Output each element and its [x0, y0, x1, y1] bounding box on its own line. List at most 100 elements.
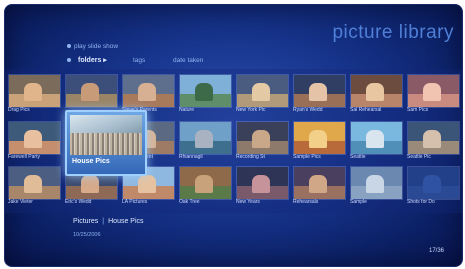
folder-thumbnail [8, 121, 61, 155]
folder-label: Rehearsals [293, 199, 319, 205]
folder-thumbnail [407, 74, 460, 108]
thumbnail-image [195, 83, 214, 101]
folder-thumbnail [236, 166, 289, 200]
nav-dot [67, 57, 74, 64]
thumbnail-image [252, 175, 271, 193]
focused-folder-house-pics[interactable]: House Pics [65, 110, 147, 176]
folder-label: Nature [179, 107, 195, 113]
thumbnail-image [81, 83, 100, 101]
folder-label: New Years [236, 199, 260, 205]
thumbnail-image [366, 83, 385, 101]
nav-date-taken[interactable]: date taken [173, 57, 203, 64]
thumbnail-image [81, 175, 100, 193]
folder-thumbnail [179, 121, 232, 155]
thumbnail-image [366, 130, 385, 148]
folder-label: Recording St [236, 154, 265, 160]
folder-tile[interactable]: Seattle [348, 120, 403, 165]
thumbnail-image [24, 130, 43, 148]
folder-thumbnail [236, 121, 289, 155]
folder-label: Drag Pics [8, 107, 30, 113]
thumbnail-image [309, 175, 328, 193]
folder-thumbnail [407, 121, 460, 155]
folder-thumbnail [293, 121, 346, 155]
bullet-icon [67, 58, 71, 63]
folder-tile[interactable]: Shots [462, 165, 463, 210]
focused-label: House Pics [72, 158, 110, 165]
folder-thumbnail [236, 74, 289, 108]
page-title: picture library [332, 22, 454, 43]
folder-tile[interactable]: Jake Vieter [6, 165, 61, 210]
folder-thumbnail [350, 166, 403, 200]
folder-thumbnail [179, 74, 232, 108]
folder-label: Eric's Wedd [65, 199, 92, 205]
thumbnail-image [423, 175, 442, 193]
folder-thumbnail [407, 166, 460, 200]
page-counter: 17/36 [428, 248, 444, 254]
thumbnail-image [70, 133, 142, 155]
focused-thumbnail [70, 115, 142, 155]
play-slide-show-button[interactable]: play slide show [67, 43, 118, 50]
folder-label: LA Pictures [122, 199, 148, 205]
nav-tags[interactable]: tags [133, 57, 145, 64]
folder-tile[interactable]: Farewell Party [6, 120, 61, 165]
folder-tile[interactable]: Drag Pics [6, 73, 61, 118]
folder-tile[interactable]: Nature [177, 73, 232, 118]
folder-label: Sample Pics [293, 154, 321, 160]
folder-label: Jake Vieter [8, 199, 33, 205]
thumbnail-image [24, 83, 43, 101]
thumbnail-image [138, 83, 157, 101]
folder-label: Rhiannagil [179, 154, 203, 160]
folder-label: New York Pic [236, 107, 266, 113]
folder-label: Seattle [350, 154, 366, 160]
folder-tile[interactable]: Rhiannagil [177, 120, 232, 165]
bullet-icon [67, 44, 71, 49]
folder-tile[interactable]: Sam Pics [405, 73, 460, 118]
folder-date: 10/25/2006 [73, 232, 101, 238]
thumbnail-image [195, 175, 214, 193]
thumbnail-image [138, 175, 157, 193]
thumbnail-image [24, 175, 43, 193]
folder-tile[interactable]: New Years [234, 165, 289, 210]
folder-thumbnail [65, 74, 118, 108]
folder-tile[interactable]: Ryan's Wedd [291, 73, 346, 118]
folder-label: Sample [350, 199, 367, 205]
thumbnail-image [195, 130, 214, 148]
thumbnail-image [423, 130, 442, 148]
folder-thumbnail [293, 74, 346, 108]
folder-label: Farewell Party [8, 154, 40, 160]
folder-thumbnail [350, 121, 403, 155]
folder-tile[interactable]: Seattle Pic [405, 120, 460, 165]
folder-label: Shots for Do [407, 199, 435, 205]
folder-tile[interactable]: New York Pic [234, 73, 289, 118]
thumbnail-image [309, 83, 328, 101]
folder-thumbnail [8, 166, 61, 200]
breadcrumb-current: House Pics [108, 218, 144, 225]
thumbnail-image [366, 175, 385, 193]
thumbnail-image [252, 130, 271, 148]
folder-thumbnail [122, 74, 175, 108]
folder-label: Ryan's Wedd [293, 107, 323, 113]
folder-label: Sal Rehearsal [350, 107, 382, 113]
folder-tile[interactable]: Shots for Do [405, 165, 460, 210]
breadcrumb-separator: | [102, 218, 105, 225]
thumbnail-image [423, 83, 442, 101]
folder-thumbnail [350, 74, 403, 108]
nav-folders[interactable]: folders ▸ [78, 56, 107, 64]
folder-tile[interactable]: Sample [348, 165, 403, 210]
folder-tile[interactable]: Sample Pics [291, 120, 346, 165]
breadcrumb: Pictures | House Pics [73, 218, 144, 225]
folder-tile[interactable]: Sal Rehearsal [348, 73, 403, 118]
folder-label: Seattle Pic [407, 154, 431, 160]
folder-tile[interactable]: Recording St [234, 120, 289, 165]
media-center-window: picture library play slide show folders … [4, 4, 463, 267]
folder-label: Sam Pics [407, 107, 429, 113]
folder-label: Oak Tree [179, 199, 200, 205]
thumbnail-image [252, 83, 271, 101]
breadcrumb-root: Pictures [73, 218, 99, 225]
folder-tile[interactable]: Rehearsals [291, 165, 346, 210]
folder-thumbnail [8, 74, 61, 108]
folder-tile[interactable]: Oak Tree [177, 165, 232, 210]
thumbnail-image [309, 130, 328, 148]
folder-thumbnail [293, 166, 346, 200]
folder-thumbnail [179, 166, 232, 200]
